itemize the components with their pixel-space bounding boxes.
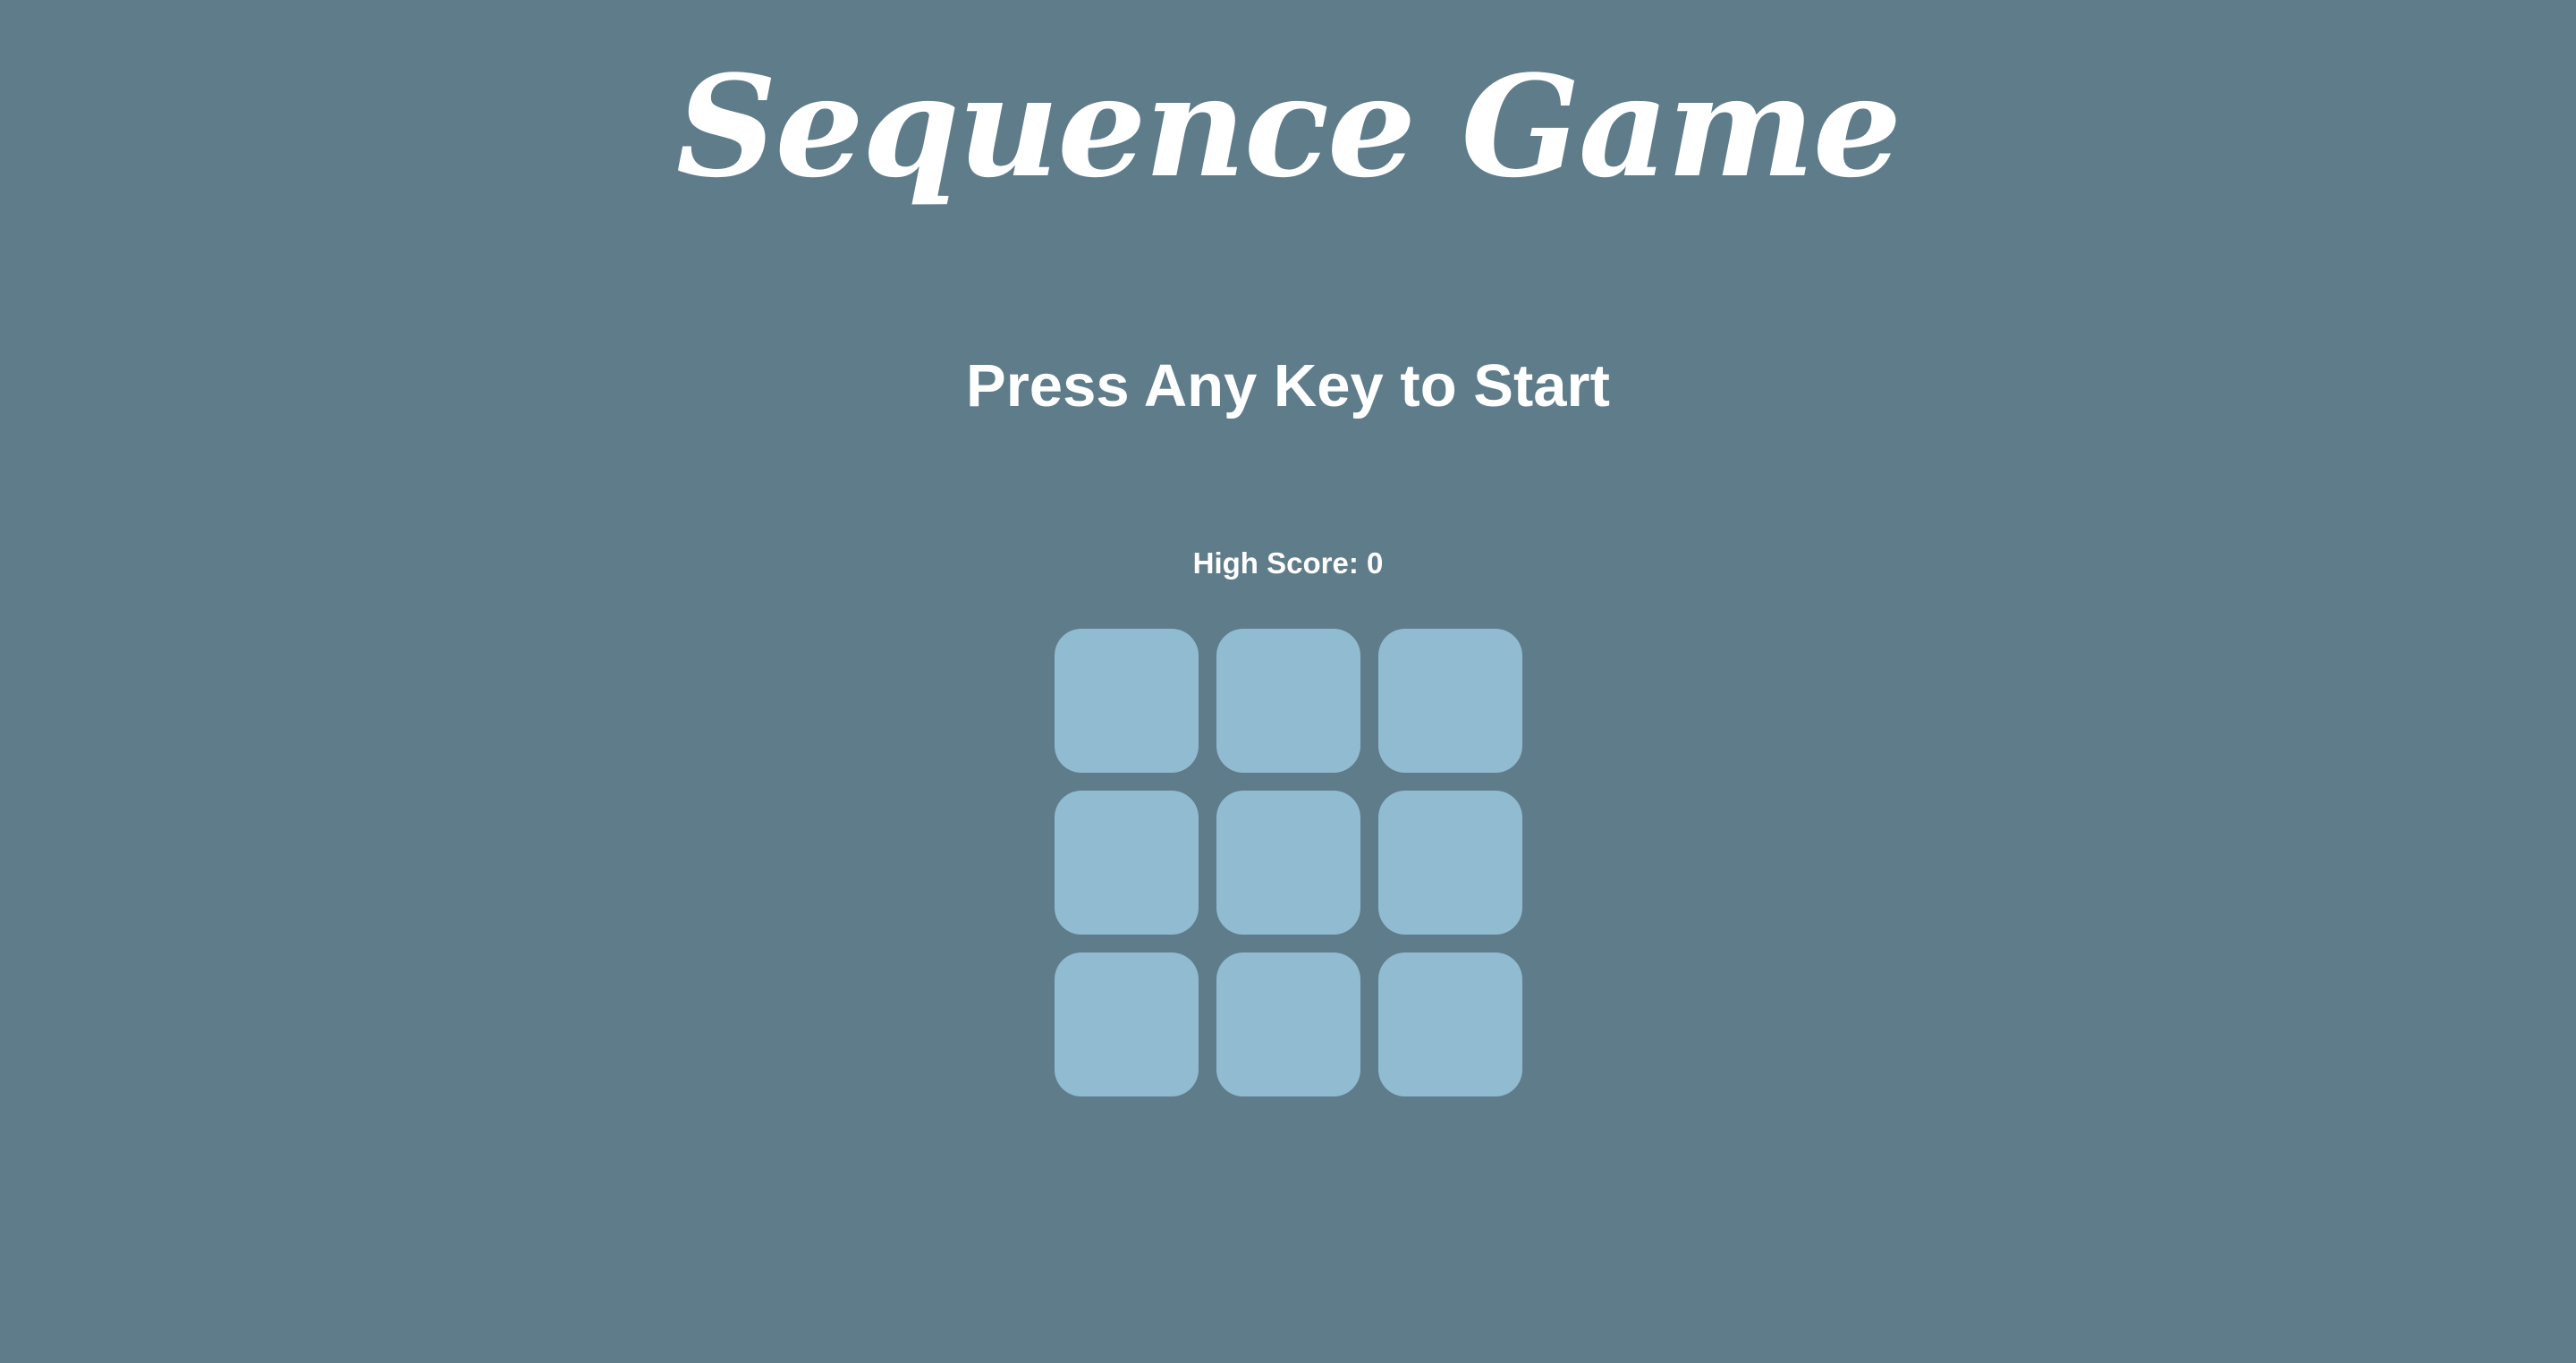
tile-8[interactable] [1216,952,1360,1096]
status-message: Press Any Key to Start [966,352,1610,419]
tile-9[interactable] [1378,952,1522,1096]
tile-6[interactable] [1378,791,1522,935]
tile-1[interactable] [1055,629,1199,773]
game-title: Sequence Game [675,45,1902,208]
tile-grid [1055,629,1522,1096]
high-score-display: High Score: 0 [1192,546,1384,580]
tile-4[interactable] [1055,791,1199,935]
tile-7[interactable] [1055,952,1199,1096]
tile-3[interactable] [1378,629,1522,773]
tile-2[interactable] [1216,629,1360,773]
tile-5[interactable] [1216,791,1360,935]
